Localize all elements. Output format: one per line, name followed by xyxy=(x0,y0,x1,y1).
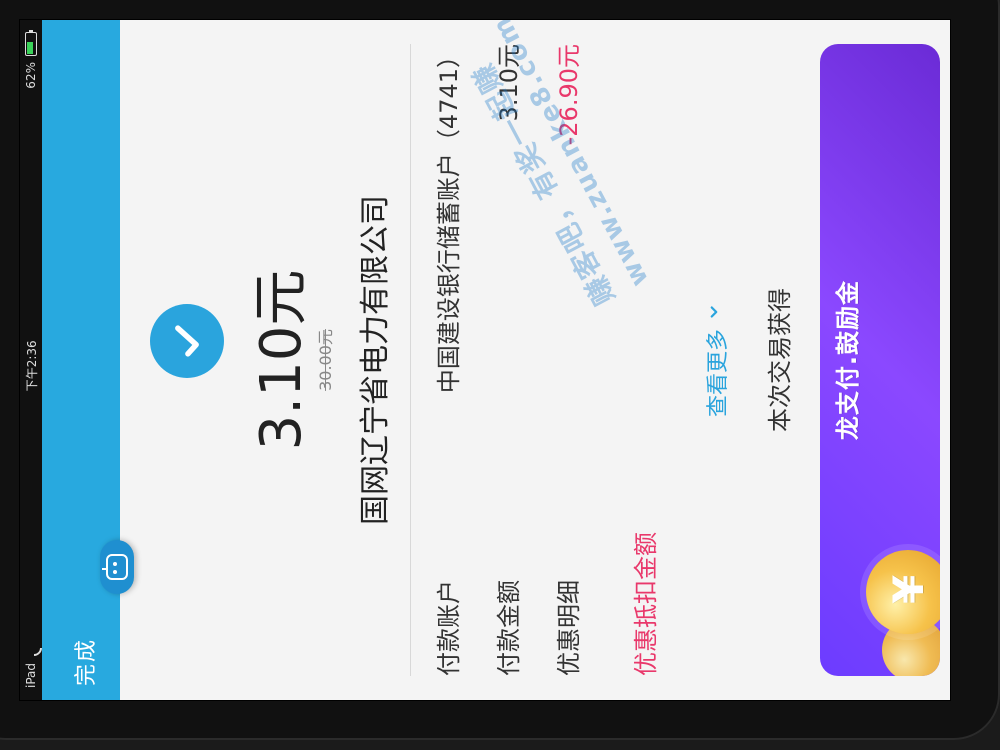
earned-text: 本次交易获得 xyxy=(766,288,794,432)
battery-percent: 62% xyxy=(24,62,38,89)
status-bar: iPad 下午2:36 62% xyxy=(20,20,42,700)
check-icon xyxy=(175,325,199,357)
wifi-icon xyxy=(26,643,36,657)
promo-title: 龙支付.鼓励金 xyxy=(834,279,862,441)
device-label: iPad xyxy=(24,662,38,688)
payment-amount: 3.10元 xyxy=(249,269,314,451)
battery-level xyxy=(27,42,33,55)
done-button[interactable]: 完成 xyxy=(68,638,100,686)
merchant-name: 国网辽宁省电力有限公司 xyxy=(358,195,393,525)
paid-value: 3.10元 xyxy=(494,44,523,122)
success-check-icon xyxy=(150,304,224,378)
battery-icon xyxy=(25,32,37,57)
status-left: iPad xyxy=(24,643,38,688)
app-header: 完成 xyxy=(42,20,134,700)
rotated-screen: iPad 下午2:36 62% 完成 3.10元 30.00元 国网辽宁省电力有… xyxy=(20,20,950,700)
yuan-coin-icon xyxy=(866,550,940,634)
discount-label: 优惠明细 xyxy=(554,580,583,676)
account-value: 中国建设银行储蓄账户（4741） xyxy=(434,44,463,394)
account-label: 付款账户 xyxy=(434,580,463,676)
paid-label: 付款金额 xyxy=(494,580,523,676)
see-more-button[interactable]: 查看更多 xyxy=(700,20,732,700)
discount-item-label: 优惠抵扣金额 xyxy=(632,532,660,676)
divider-top xyxy=(410,44,411,676)
row-account: 付款账户 中国建设银行储蓄账户（4741） xyxy=(420,44,472,676)
promo-card[interactable]: 龙支付.鼓励金 xyxy=(820,44,940,676)
original-amount: 30.00元 xyxy=(316,329,335,391)
payment-result: 3.10元 30.00元 国网辽宁省电力有限公司 付款账户 中国建设银行储蓄账户… xyxy=(120,20,950,700)
photo-stage: iPad 下午2:36 62% 完成 3.10元 30.00元 国网辽宁省电力有… xyxy=(0,0,1000,750)
status-time: 下午2:36 xyxy=(24,340,39,392)
chevron-down-icon xyxy=(704,303,729,321)
discount-value: -26.90元 xyxy=(554,44,583,146)
row-discount: 优惠明细 -26.90元 xyxy=(540,44,592,676)
see-more-label: 查看更多 xyxy=(706,329,731,418)
status-right: 62% xyxy=(24,32,38,89)
row-paid: 付款金额 3.10元 xyxy=(480,44,532,676)
chevron-down-svg xyxy=(710,306,717,318)
